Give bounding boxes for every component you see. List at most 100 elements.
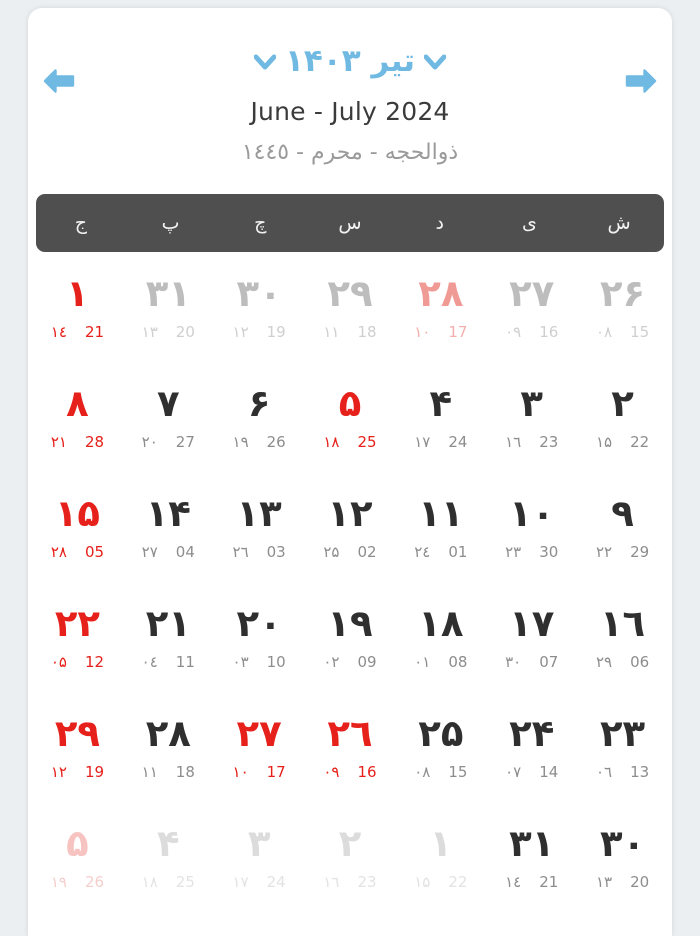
hijri-day-number: ۱٦ — [505, 432, 522, 451]
jalali-day-number: ۲۴ — [509, 711, 555, 755]
day-cell[interactable]: ۱۳ ۲٦ 03 — [214, 495, 305, 560]
day-cell[interactable]: ۱۸ ۰۱ 08 — [395, 605, 486, 670]
gregorian-day-number: 13 — [630, 762, 650, 781]
hijri-day-number: ۱۰ — [414, 322, 431, 341]
day-secondary-dates: ۱۷ 24 — [395, 434, 486, 450]
gregorian-day-number: 22 — [448, 872, 468, 891]
hijri-day-number: ۲٦ — [232, 542, 249, 561]
day-cell[interactable]: ۲۳ ۰٦ 13 — [577, 715, 668, 780]
day-cell[interactable]: ۳۱ ۱۳ 20 — [123, 275, 214, 340]
hijri-day-number: ۲۰ — [141, 432, 158, 451]
gregorian-day-number: 06 — [630, 652, 650, 671]
chevron-down-icon-year[interactable] — [253, 54, 276, 70]
day-cell[interactable]: ۲۷ ۱۰ 17 — [214, 715, 305, 780]
day-cell[interactable]: ۶ ۱۹ 26 — [214, 385, 305, 450]
hijri-day-number: ۰۲ — [323, 652, 340, 671]
day-cell[interactable]: ۱٦ ۲۹ 06 — [577, 605, 668, 670]
day-cell[interactable]: ۲۹ ۱۱ 18 — [305, 275, 396, 340]
jalali-day-number: ۶ — [247, 381, 271, 425]
week-row: ۸ ۲۱ 28 ۷ ۲۰ 27 ۶ ۱۹ 26 ۵ ۱۸ 25 ۴ ۱۷ 24 ۳ ۱٦ 23 ۲ ۱۵ 22 — [32, 362, 668, 472]
day-cell[interactable]: ۲۲ ۰۵ 12 — [32, 605, 123, 670]
day-secondary-dates: ۱۰ 17 — [214, 764, 305, 780]
day-cell[interactable]: ۴ ۱۸ 25 — [123, 825, 214, 890]
day-cell[interactable]: ۲۹ ۱۲ 19 — [32, 715, 123, 780]
day-cell[interactable]: ۳۰ ۱۳ 20 — [577, 825, 668, 890]
hijri-day-number: ۰۸ — [414, 762, 431, 781]
day-cell[interactable]: ۲۴ ۰۷ 14 — [486, 715, 577, 780]
hijri-day-number: ۱٦ — [323, 872, 340, 891]
day-cell[interactable]: ۱ ۱۵ 22 — [395, 825, 486, 890]
day-secondary-dates: ۱٦ 23 — [305, 872, 396, 891]
hijri-day-number: ۱۸ — [141, 872, 158, 891]
jalali-day-number: ۲۸ — [418, 271, 464, 315]
day-cell[interactable]: ۲۷ ۰۹ 16 — [486, 275, 577, 340]
hijri-day-number: ۲٤ — [414, 542, 431, 561]
day-secondary-dates: ۲٦ 03 — [214, 542, 305, 561]
calendar-card: تیر ۱۴۰۳ June - July 2024 ذوالحجه - محرم… — [28, 8, 672, 936]
jalali-day-number: ۲۷ — [509, 271, 555, 315]
day-cell[interactable]: ۲۶ ۰۸ 15 — [577, 275, 668, 340]
day-cell[interactable]: ۲۰ ۰۳ 10 — [214, 605, 305, 670]
day-cell[interactable]: ۲۸ ۱۱ 18 — [123, 715, 214, 780]
day-cell[interactable]: ۲ ۱٦ 23 — [305, 825, 396, 890]
day-secondary-dates: ۰۹ 16 — [486, 322, 577, 341]
gregorian-day-number: 26 — [84, 872, 105, 891]
day-secondary-dates: ۱۵ 22 — [577, 434, 668, 450]
day-cell[interactable]: ۳ ۱۷ 24 — [214, 825, 305, 890]
jalali-month-year-title[interactable]: تیر ۱۴۰۳ — [285, 46, 415, 77]
day-cell[interactable]: ۱۲ ۲۵ 02 — [305, 495, 396, 560]
day-cell[interactable]: ۵ ۱۹ 26 — [32, 825, 123, 890]
hijri-day-number: ۰۹ — [505, 322, 522, 341]
day-cell[interactable]: ۳۱ ۱٤ 21 — [486, 825, 577, 890]
chevron-down-icon-month[interactable] — [424, 54, 447, 70]
day-cell[interactable]: ۱۱ ۲٤ 01 — [395, 495, 486, 560]
hijri-day-number: ۰۷ — [505, 762, 522, 781]
hijri-day-number: ۰۹ — [323, 762, 340, 781]
day-secondary-dates: ۱۹ 26 — [32, 872, 123, 891]
gregorian-day-number: 28 — [84, 432, 105, 451]
hijri-day-number: ۲۹ — [595, 652, 613, 671]
day-secondary-dates: ۱۹ 26 — [214, 434, 305, 450]
day-cell[interactable]: ۱۴ ۲۷ 04 — [123, 495, 214, 560]
next-month-button[interactable] — [618, 60, 664, 102]
jalali-day-number: ۷ — [156, 381, 180, 425]
day-secondary-dates: ۲۸ 05 — [32, 544, 123, 560]
day-cell[interactable]: ۱ ۱٤ 21 — [32, 275, 123, 340]
jalali-day-number: ۲۸ — [145, 711, 191, 755]
hijri-day-number: ۰٤ — [141, 652, 158, 671]
previous-month-button[interactable] — [36, 60, 82, 102]
day-cell[interactable]: ۹ ۲۲ 29 — [577, 495, 668, 560]
jalali-day-number: ۱۴ — [145, 491, 191, 535]
arrow-right-icon — [624, 68, 658, 94]
hijri-day-number: ۱٤ — [50, 322, 67, 341]
month-year-selector[interactable]: تیر ۱۴۰۳ — [28, 8, 672, 77]
day-cell[interactable]: ۱۷ ۳۰ 07 — [486, 605, 577, 670]
day-cell[interactable]: ۱۰ ۲۳ 30 — [486, 495, 577, 560]
day-secondary-dates: ۱۳ 20 — [577, 872, 668, 891]
jalali-day-number: ۱۵ — [54, 491, 100, 535]
jalali-day-number: ۴ — [156, 821, 180, 865]
day-cell[interactable]: ۲۵ ۰۸ 15 — [395, 715, 486, 780]
hijri-day-number: ۳۰ — [505, 652, 522, 671]
day-secondary-dates: ۰٤ 11 — [123, 652, 214, 671]
day-cell[interactable]: ۷ ۲۰ 27 — [123, 385, 214, 450]
day-cell[interactable]: ۲۱ ۰٤ 11 — [123, 605, 214, 670]
day-cell[interactable]: ۱۹ ۰۲ 09 — [305, 605, 396, 670]
day-secondary-dates: ۲۲ 29 — [577, 544, 668, 560]
day-secondary-dates: ۱۰ 17 — [395, 322, 486, 341]
day-cell[interactable]: ۳۰ ۱۲ 19 — [214, 275, 305, 340]
week-row: ۲۲ ۰۵ 12 ۲۱ ۰٤ 11 ۲۰ ۰۳ 10 ۱۹ ۰۲ 09 ۱۸ ۰۱ 08 ۱۷ ۳۰ 07 ۱٦ ۲۹… — [32, 582, 668, 692]
day-secondary-dates: ۱۱ 18 — [123, 764, 214, 780]
day-cell[interactable]: ۳ ۱٦ 23 — [486, 385, 577, 450]
day-cell[interactable]: ۲٦ ۰۹ 16 — [305, 715, 396, 780]
day-secondary-dates: ۳۰ 07 — [486, 652, 577, 671]
day-cell[interactable]: ۲۸ ۱۰ 17 — [395, 275, 486, 340]
day-cell[interactable]: ۸ ۲۱ 28 — [32, 385, 123, 450]
day-cell[interactable]: ۴ ۱۷ 24 — [395, 385, 486, 450]
gregorian-day-number: 18 — [357, 322, 377, 341]
hijri-day-number: ۱۳ — [595, 872, 613, 891]
jalali-day-number: ۱۳ — [236, 491, 282, 535]
day-cell[interactable]: ۱۵ ۲۸ 05 — [32, 495, 123, 560]
day-cell[interactable]: ۵ ۱۸ 25 — [305, 385, 396, 450]
day-cell[interactable]: ۲ ۱۵ 22 — [577, 385, 668, 450]
